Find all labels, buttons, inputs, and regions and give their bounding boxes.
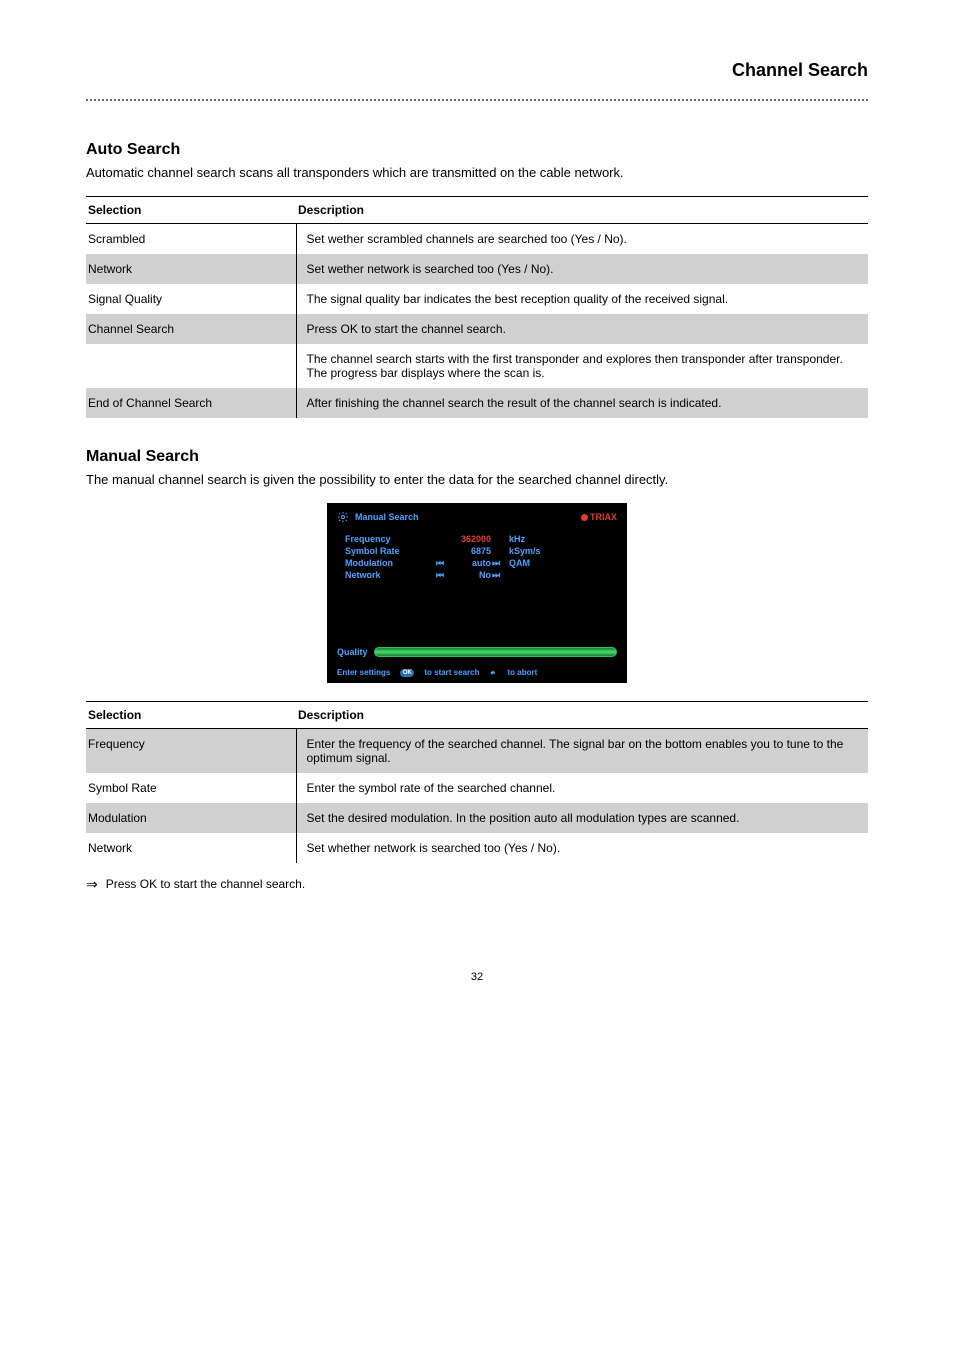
table-row: Symbol Rate Enter the symbol rate of the… (86, 773, 868, 803)
manual-search-title: Manual Search (86, 448, 868, 466)
row-label: Signal Quality (86, 284, 296, 314)
osd-quality-bar: Quality (337, 647, 617, 657)
note-text: Press OK to start the channel search. (106, 877, 305, 891)
row-desc: Set wether scrambled channels are search… (296, 224, 868, 255)
row-label: Network (86, 254, 296, 284)
page: Channel Search Auto Search Automatic cha… (0, 0, 954, 1023)
osd-row-value: 6875 (445, 546, 491, 556)
osd-row-network: Network ⏮ No ⏭ (345, 569, 617, 581)
back-arrow-icon (489, 668, 497, 677)
row-label (86, 344, 296, 388)
manual-search-subtitle: The manual channel search is given the p… (86, 472, 868, 487)
quality-progress (374, 647, 617, 657)
page-header-title: Channel Search (86, 60, 868, 81)
right-arrow-icon: ⏭ (491, 570, 501, 581)
brand-logo: TRIAX (581, 512, 617, 522)
row-label: Symbol Rate (86, 773, 296, 803)
osd-row-symbolrate: Symbol Rate 6875 kSym/s (345, 545, 617, 557)
gear-icon (337, 511, 349, 523)
col-header-description: Description (296, 702, 868, 729)
auto-search-subtitle: Automatic channel search scans all trans… (86, 165, 868, 180)
page-number: 32 (86, 971, 868, 983)
osd-row-unit: kHz (501, 534, 547, 544)
footer-enter: Enter settings (337, 668, 390, 677)
osd-row-value: No (445, 570, 491, 580)
table-row: Network Set whether network is searched … (86, 833, 868, 863)
right-double-arrow-icon: ⇒ (86, 877, 98, 891)
table-row: End of Channel Search After finishing th… (86, 388, 868, 418)
row-desc: The channel search starts with the first… (296, 344, 868, 388)
row-label: Network (86, 833, 296, 863)
osd-row-label: Symbol Rate (345, 546, 435, 556)
osd-row-label: Network (345, 570, 435, 580)
row-desc: Press OK to start the channel search. (296, 314, 868, 344)
row-desc: The signal quality bar indicates the bes… (296, 284, 868, 314)
ok-button-icon: OK (400, 669, 414, 677)
manual-search-table: Selection Description Frequency Enter th… (86, 701, 868, 863)
dotted-rule (86, 99, 868, 101)
row-desc: Set wether network is searched too (Yes … (296, 254, 868, 284)
footer-abort: to abort (507, 668, 537, 677)
table-row: Frequency Enter the frequency of the sea… (86, 729, 868, 774)
osd-row-modulation: Modulation ⏮ auto ⏭ QAM (345, 557, 617, 569)
row-desc: After finishing the channel search the r… (296, 388, 868, 418)
osd-panel: Manual Search TRIAX Frequency 362000 kHz… (327, 503, 627, 683)
osd-row-label: Frequency (345, 534, 435, 544)
osd-title: Manual Search (355, 512, 419, 522)
brand-text: TRIAX (590, 512, 617, 522)
left-arrow-icon: ⏮ (435, 570, 445, 581)
brand-dot-icon (581, 514, 588, 521)
table-row: Signal Quality The signal quality bar in… (86, 284, 868, 314)
footer-start: to start search (424, 668, 479, 677)
osd-row-unit: kSym/s (501, 546, 547, 556)
row-desc: Enter the symbol rate of the searched ch… (296, 773, 868, 803)
osd-screenshot: Manual Search TRIAX Frequency 362000 kHz… (86, 503, 868, 683)
table-row: Channel Search Press OK to start the cha… (86, 314, 868, 344)
auto-search-title: Auto Search (86, 141, 868, 159)
row-desc: Set whether network is searched too (Yes… (296, 833, 868, 863)
osd-footer: Enter settings OK to start search to abo… (337, 668, 617, 677)
table-row: Network Set wether network is searched t… (86, 254, 868, 284)
auto-search-table: Selection Description Scrambled Set weth… (86, 196, 868, 418)
right-arrow-icon: ⏭ (491, 558, 501, 569)
table-row: The channel search starts with the first… (86, 344, 868, 388)
note-line: ⇒ Press OK to start the channel search. (86, 877, 868, 891)
col-header-description: Description (296, 197, 868, 224)
osd-row-value: auto (445, 558, 491, 568)
col-header-selection: Selection (86, 197, 296, 224)
row-label: Modulation (86, 803, 296, 833)
table-row: Scrambled Set wether scrambled channels … (86, 224, 868, 255)
row-desc: Enter the frequency of the searched chan… (296, 729, 868, 774)
row-label: End of Channel Search (86, 388, 296, 418)
table-row: Modulation Set the desired modulation. I… (86, 803, 868, 833)
row-label: Channel Search (86, 314, 296, 344)
row-label: Frequency (86, 729, 296, 774)
row-label: Scrambled (86, 224, 296, 255)
row-desc: Set the desired modulation. In the posit… (296, 803, 868, 833)
col-header-selection: Selection (86, 702, 296, 729)
left-arrow-icon: ⏮ (435, 558, 445, 569)
quality-label: Quality (337, 647, 368, 657)
osd-row-label: Modulation (345, 558, 435, 568)
osd-row-unit: QAM (501, 558, 547, 568)
osd-row-value: 362000 (445, 534, 491, 544)
osd-row-frequency: Frequency 362000 kHz (345, 533, 617, 545)
